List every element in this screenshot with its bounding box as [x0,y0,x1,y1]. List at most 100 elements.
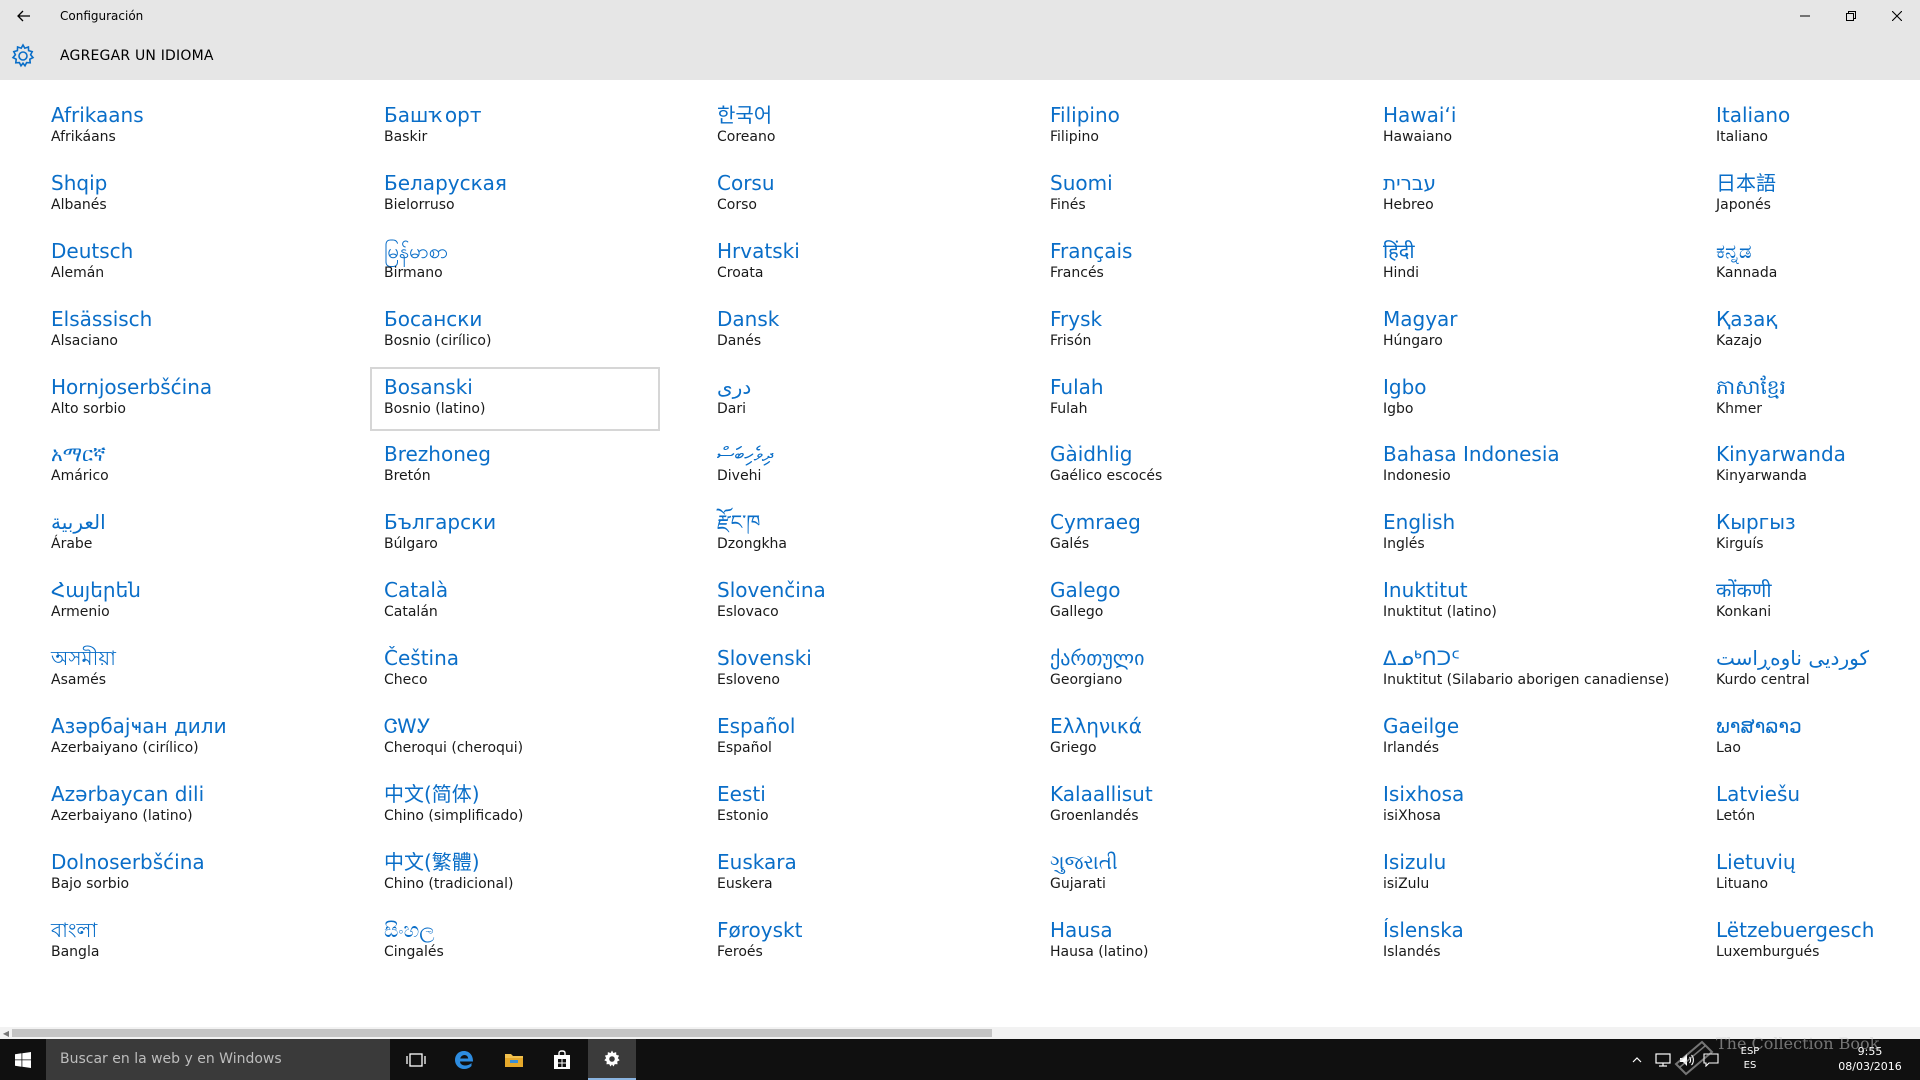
language-item[interactable]: Isizulu isiZulu [1369,842,1659,906]
language-item[interactable]: Азәрбајҹан дили Azerbaiyano (cirílico) [37,706,327,770]
language-item[interactable]: বাংলা Bangla [37,910,327,974]
language-item[interactable]: Español Español [703,706,993,770]
language-item[interactable]: English Inglés [1369,502,1659,566]
language-item[interactable]: 한국어 Coreano [703,95,993,159]
language-item[interactable]: Fulah Fulah [1036,367,1326,431]
language-item[interactable]: සිංහල Cingalés [370,910,660,974]
language-item[interactable]: မြန်မာစာ Birmano [370,231,660,295]
language-native-name: Deutsch [51,238,134,263]
language-item[interactable]: Gàidhlig Gaélico escocés [1036,434,1326,498]
scroll-left-arrow-icon[interactable]: ◀ [0,1027,12,1039]
language-item[interactable]: Čeština Checo [370,638,660,702]
language-item[interactable]: Hausa Hausa (latino) [1036,910,1326,974]
language-item[interactable]: Magyar Húngaro [1369,299,1659,363]
language-item[interactable]: Français Francés [1036,231,1326,295]
language-item[interactable]: עברית Hebreo [1369,163,1659,227]
page-header: AGREGAR UN IDIOMA [0,32,1920,80]
restore-button[interactable] [1828,0,1874,32]
language-item[interactable]: کوردیی ناوەڕاست Kurdo central [1702,638,1920,702]
language-item[interactable]: Bahasa Indonesia Indonesio [1369,434,1659,498]
language-item[interactable]: ភាសាខ្មែរ Khmer [1702,367,1920,431]
language-item[interactable]: አማርኛ Amárico [37,434,327,498]
language-item[interactable]: Dolnoserbšćina Bajo sorbio [37,842,327,906]
minimize-button[interactable] [1782,0,1828,32]
language-item[interactable]: العربية Árabe [37,502,327,566]
language-item[interactable]: Íslenska Islandés [1369,910,1659,974]
language-item[interactable]: ქართული Georgiano [1036,638,1326,702]
language-item[interactable]: 日本語 Japonés [1702,163,1920,227]
language-item[interactable]: Català Catalán [370,570,660,634]
scrollbar-thumb[interactable] [12,1029,992,1037]
language-item[interactable]: Suomi Finés [1036,163,1326,227]
language-item[interactable]: Shqip Albanés [37,163,327,227]
edge-browser-button[interactable] [440,1039,488,1080]
language-item[interactable]: Euskara Euskera [703,842,993,906]
language-item[interactable]: Deutsch Alemán [37,231,327,295]
language-item[interactable]: Eesti Estonio [703,774,993,838]
language-item[interactable]: རྫོང་ཁ Dzongkha [703,502,993,566]
close-icon [1892,11,1902,21]
file-explorer-button[interactable] [490,1039,538,1080]
network-button[interactable] [1654,1051,1672,1069]
language-item[interactable]: Frysk Frisón [1036,299,1326,363]
language-item[interactable]: Elsässisch Alsaciano [37,299,327,363]
language-item[interactable]: Azərbaycan dili Azerbaiyano (latino) [37,774,327,838]
language-item[interactable]: 中文(简体) Chino (simplificado) [370,774,660,838]
start-button[interactable] [0,1039,46,1080]
language-item[interactable]: Brezhoneg Bretón [370,434,660,498]
task-view-button[interactable] [392,1039,440,1080]
language-item[interactable]: Føroyskt Feroés [703,910,993,974]
show-hidden-icons-button[interactable] [1628,1051,1646,1069]
language-item[interactable]: Slovenski Esloveno [703,638,993,702]
language-item[interactable]: Cymraeg Galés [1036,502,1326,566]
language-item[interactable]: हिंदी Hindi [1369,231,1659,295]
language-item[interactable]: Latviešu Letón [1702,774,1920,838]
language-item[interactable]: Hrvatski Croata [703,231,993,295]
language-native-name: 中文(繁體) [384,849,480,874]
back-button[interactable] [4,0,44,32]
language-item[interactable]: Kalaallisut Groenlandés [1036,774,1326,838]
language-item[interactable]: Ελληνικά Griego [1036,706,1326,770]
language-item[interactable]: Galego Gallego [1036,570,1326,634]
language-item[interactable]: Беларуская Bielorruso [370,163,660,227]
language-item[interactable]: Қазақ Kazajo [1702,299,1920,363]
language-spanish-name: Francés [1050,264,1104,281]
language-item[interactable]: ᐃᓄᒃᑎᑐᑦ Inuktitut (Silabario aborigen cana… [1369,638,1669,702]
language-item[interactable]: ગુજરાતી Gujarati [1036,842,1326,906]
language-item[interactable]: Filipino Filipino [1036,95,1326,159]
language-item[interactable]: Bosanski Bosnio (latino) [370,366,660,431]
horizontal-scrollbar[interactable]: ◀ [0,1027,1920,1039]
language-item[interactable]: ພາສາລາວ Lao [1702,706,1920,770]
language-item[interactable]: Hawaiʻi Hawaiano [1369,95,1659,159]
language-item[interactable]: অসমীয়া Asamés [37,638,327,702]
language-item[interactable]: ދިވެހިބަސް Divehi [703,434,993,498]
language-item[interactable]: Gaeilge Irlandés [1369,706,1659,770]
taskbar-search-input[interactable]: Buscar en la web y en Windows [46,1039,390,1080]
language-item[interactable]: Lietuvių Lituano [1702,842,1920,906]
close-button[interactable] [1874,0,1920,32]
language-spanish-name: isiZulu [1383,875,1430,892]
language-item[interactable]: Башҡорт Baskir [370,95,660,159]
language-item[interactable]: Босански Bosnio (cirílico) [370,299,660,363]
language-item[interactable]: Inuktitut Inuktitut (latino) [1369,570,1659,634]
language-item[interactable]: Lëtzebuergesch Luxemburgués [1702,910,1920,974]
language-item[interactable]: Isixhosa isiXhosa [1369,774,1659,838]
language-item[interactable]: Igbo Igbo [1369,367,1659,431]
language-item[interactable]: Dansk Danés [703,299,993,363]
language-item[interactable]: Kinyarwanda Kinyarwanda [1702,434,1920,498]
settings-taskbar-button[interactable] [588,1039,636,1080]
language-item[interactable]: 中文(繁體) Chino (tradicional) [370,842,660,906]
language-item[interactable]: Italiano Italiano [1702,95,1920,159]
language-item[interactable]: ᏣᎳᎩ Cheroqui (cheroqui) [370,706,660,770]
language-item[interactable]: Afrikaans Afrikáans [37,95,327,159]
language-item[interactable]: Hornjoserbšćina Alto sorbio [37,367,327,431]
language-item[interactable]: कोंकणी Konkani [1702,570,1920,634]
language-item[interactable]: Slovenčina Eslovaco [703,570,993,634]
language-item[interactable]: Corsu Corso [703,163,993,227]
language-item[interactable]: دری Dari [703,367,993,431]
store-button[interactable] [538,1039,586,1080]
language-item[interactable]: ಕನ್ನಡ Kannada [1702,231,1920,295]
language-item[interactable]: Հայերեն Armenio [37,570,327,634]
language-item[interactable]: Български Búlgaro [370,502,660,566]
language-item[interactable]: Кыргыз Kirguís [1702,502,1920,566]
